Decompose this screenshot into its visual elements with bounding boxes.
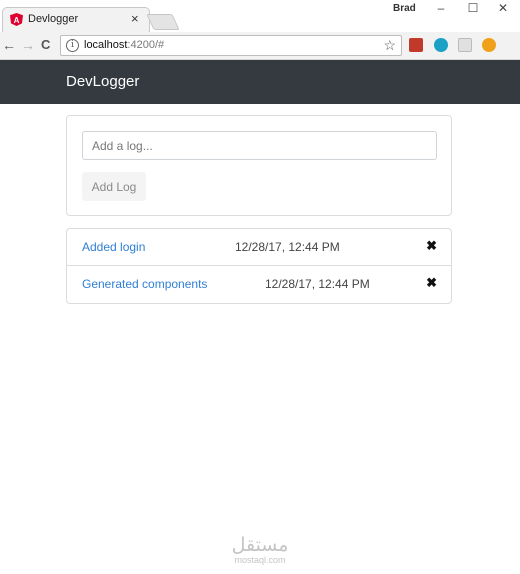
log-list: Added login 12/28/17, 12:44 PM ✖ Generat… bbox=[66, 228, 452, 304]
app-navbar: DevLogger bbox=[0, 60, 520, 104]
title-bar: A Devlogger × Brad – ☐ ✕ bbox=[0, 0, 520, 32]
delete-icon[interactable]: ✖ bbox=[426, 238, 437, 254]
tab-close-icon[interactable]: × bbox=[131, 11, 139, 26]
orange-circle-icon[interactable] bbox=[482, 38, 496, 52]
watermark-arabic-text: مستقل bbox=[231, 534, 289, 556]
list-item[interactable]: Added login 12/28/17, 12:44 PM ✖ bbox=[67, 229, 451, 266]
bookmark-star-icon[interactable]: ☆ bbox=[383, 37, 396, 54]
list-item[interactable]: Generated components 12/28/17, 12:44 PM … bbox=[67, 266, 451, 303]
back-icon[interactable]: ← bbox=[2, 36, 16, 54]
watermark-logo: مستقل mostaql.com bbox=[225, 535, 295, 565]
url-text[interactable]: localhost:4200/# bbox=[84, 39, 164, 51]
new-tab-button[interactable] bbox=[146, 14, 180, 30]
browser-window: A Devlogger × Brad – ☐ ✕ ← → C i localho… bbox=[0, 0, 520, 574]
watermark-latin-text: mostaql.com bbox=[234, 555, 286, 565]
navbar-brand[interactable]: DevLogger bbox=[66, 73, 139, 90]
svg-text:A: A bbox=[14, 16, 20, 25]
profile-name[interactable]: Brad bbox=[393, 3, 416, 14]
forward-icon[interactable]: → bbox=[21, 36, 35, 54]
log-date: 12/28/17, 12:44 PM bbox=[235, 240, 340, 254]
log-input[interactable] bbox=[82, 131, 437, 160]
browser-toolbar: ← → C i localhost:4200/# ☆ bbox=[0, 32, 520, 60]
grey-square-icon[interactable] bbox=[458, 38, 472, 52]
close-window-icon[interactable]: ✕ bbox=[486, 0, 520, 16]
site-info-icon[interactable]: i bbox=[66, 39, 79, 52]
address-bar[interactable]: i localhost:4200/# ☆ bbox=[60, 35, 402, 56]
tab-title: Devlogger bbox=[28, 13, 79, 25]
log-form-card: Add Log bbox=[66, 115, 452, 216]
log-text[interactable]: Generated components bbox=[82, 277, 207, 291]
maximize-icon[interactable]: ☐ bbox=[456, 0, 490, 16]
log-text[interactable]: Added login bbox=[82, 240, 145, 254]
url-host: localhost bbox=[84, 39, 128, 51]
add-log-button[interactable]: Add Log bbox=[82, 172, 146, 201]
browser-tab[interactable]: A Devlogger × bbox=[2, 7, 150, 32]
minimize-icon[interactable]: – bbox=[424, 0, 458, 16]
reload-icon[interactable]: C bbox=[41, 36, 50, 54]
log-date: 12/28/17, 12:44 PM bbox=[265, 277, 370, 291]
teal-circle-icon[interactable] bbox=[434, 38, 448, 52]
url-path: :4200/# bbox=[127, 39, 165, 51]
angular-favicon-icon: A bbox=[10, 13, 23, 26]
red-chart-icon[interactable] bbox=[409, 38, 423, 52]
delete-icon[interactable]: ✖ bbox=[426, 275, 437, 291]
